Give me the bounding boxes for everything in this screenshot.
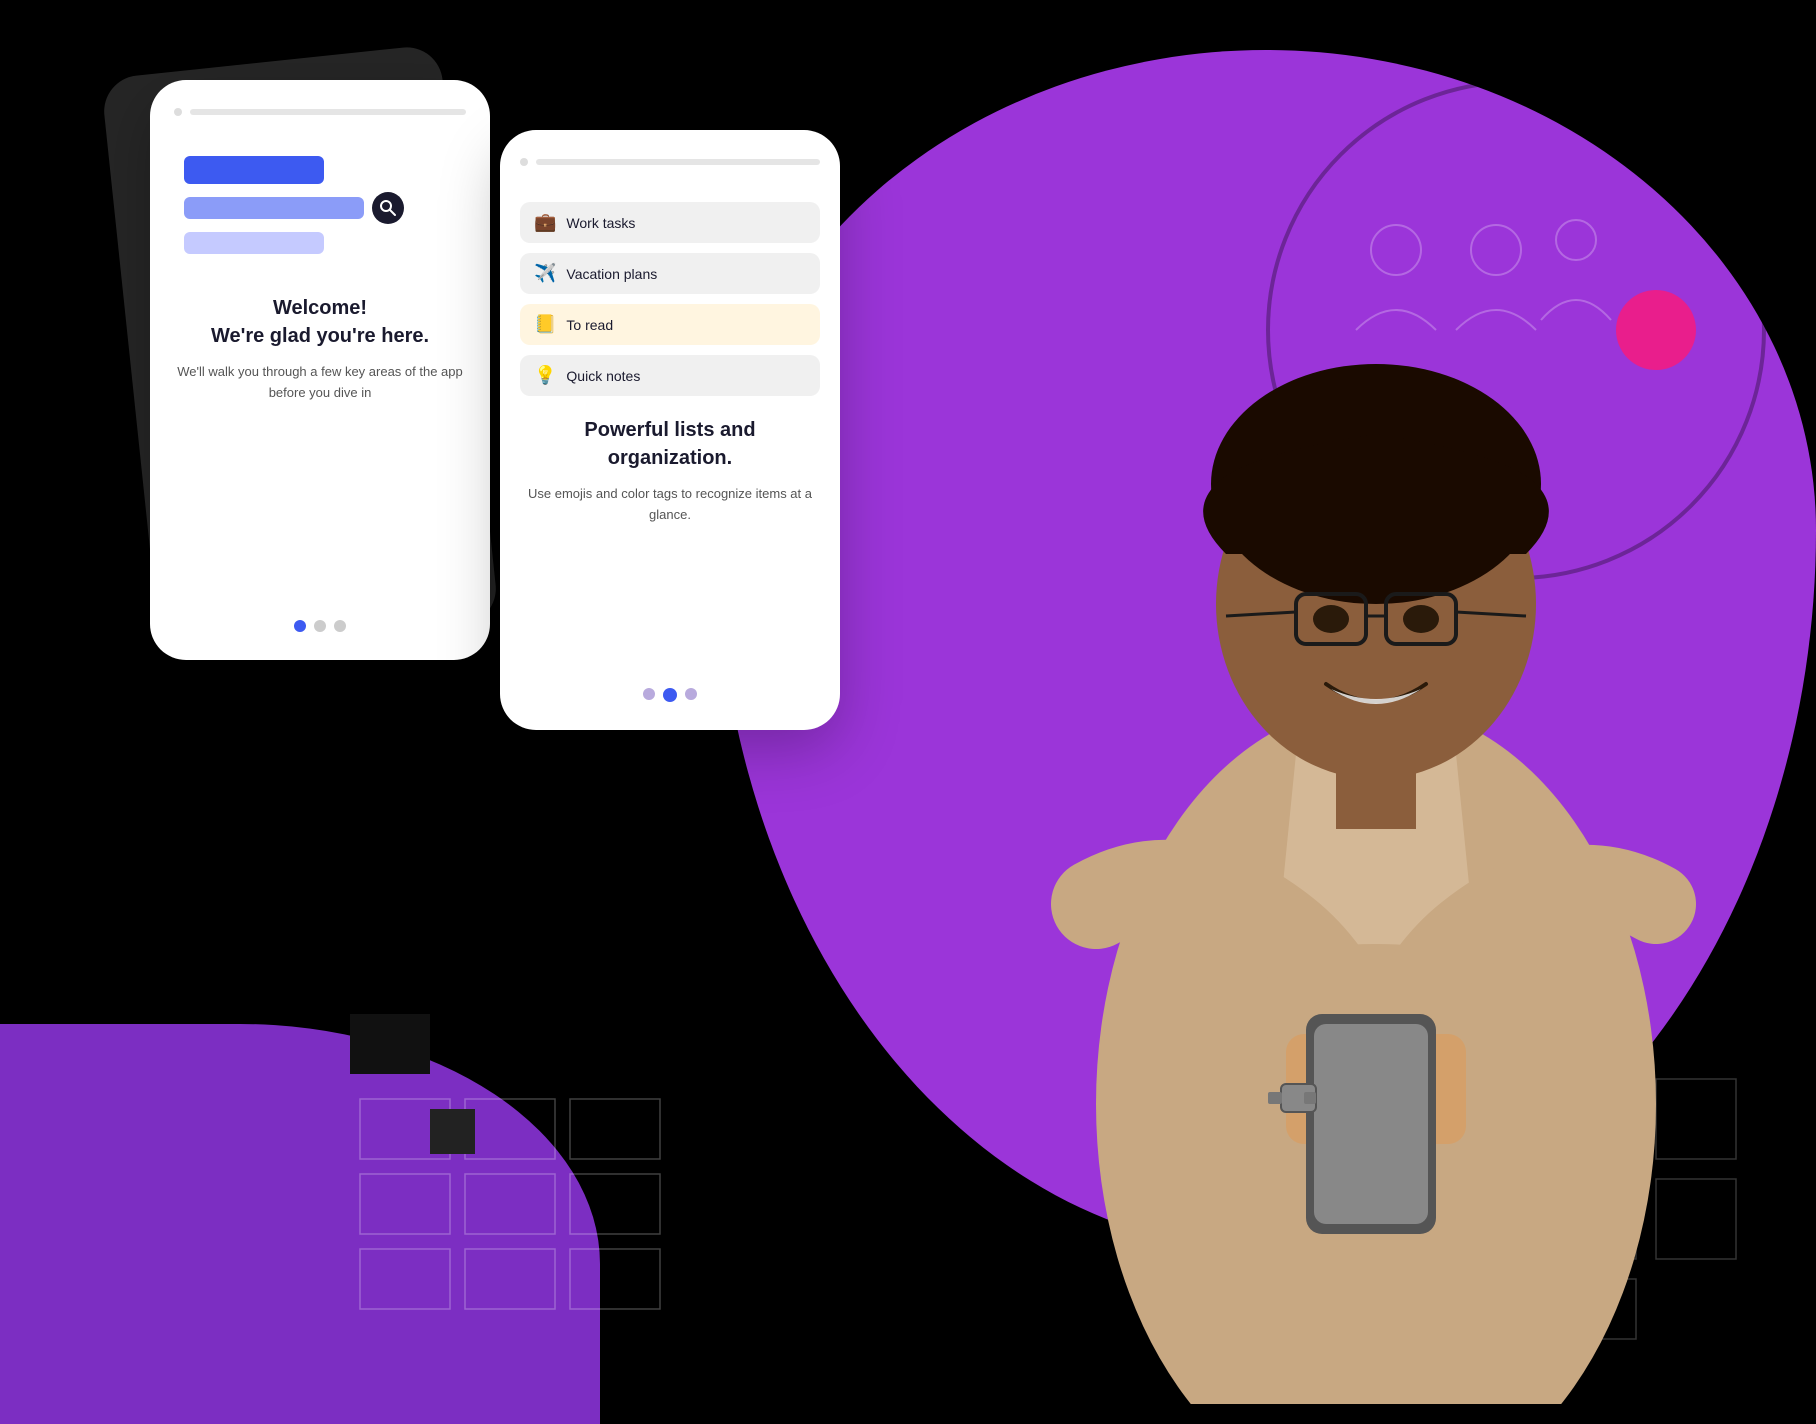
pagination-dot-2-2 bbox=[663, 688, 677, 702]
pagination-dot-2 bbox=[314, 620, 326, 632]
phone-1-status-bar bbox=[174, 108, 466, 116]
list-item-quick-notes: 💡 Quick notes bbox=[520, 355, 820, 396]
phone-1-pagination bbox=[294, 600, 346, 632]
black-rect-2 bbox=[430, 1109, 475, 1154]
list-item-notes-emoji: 💡 bbox=[534, 365, 556, 386]
phone-2-mockup: 💼 Work tasks ✈️ Vacation plans 📒 To read… bbox=[500, 130, 840, 730]
phone-1-welcome-text: Welcome! We're glad you're here. We'll w… bbox=[174, 294, 466, 404]
pagination-dot-3 bbox=[334, 620, 346, 632]
phone-2-dot bbox=[520, 158, 528, 166]
search-illustration bbox=[174, 156, 466, 254]
list-item-read-label: To read bbox=[566, 317, 613, 333]
search-bar-mid bbox=[184, 197, 364, 219]
search-icon bbox=[372, 192, 404, 224]
pagination-dot-1 bbox=[294, 620, 306, 632]
scene: Welcome! We're glad you're here. We'll w… bbox=[0, 0, 1816, 1424]
phone-2-pagination bbox=[643, 672, 697, 702]
phone-1-subtitle: We'll walk you through a few key areas o… bbox=[174, 362, 466, 404]
phone-2-subtitle: Use emojis and color tags to recognize i… bbox=[520, 484, 820, 526]
phone-1-title: Welcome! We're glad you're here. bbox=[174, 294, 466, 350]
list-item-work-label: Work tasks bbox=[566, 215, 635, 231]
list-item-read-emoji: 📒 bbox=[534, 314, 556, 335]
phone-2-text: Powerful lists and organization. Use emo… bbox=[520, 416, 820, 526]
phone-1-status-line bbox=[190, 109, 466, 115]
list-item-notes-label: Quick notes bbox=[566, 368, 640, 384]
list-item-vacation: ✈️ Vacation plans bbox=[520, 253, 820, 294]
list-item-work-tasks: 💼 Work tasks bbox=[520, 202, 820, 243]
list-item-to-read: 📒 To read bbox=[520, 304, 820, 345]
phone-1-mockup: Welcome! We're glad you're here. We'll w… bbox=[150, 80, 490, 660]
pagination-dot-2-3 bbox=[685, 688, 697, 700]
phone-2-status-line bbox=[536, 159, 820, 165]
pagination-dot-2-1 bbox=[643, 688, 655, 700]
phone-1-dot bbox=[174, 108, 182, 116]
list-item-vacation-label: Vacation plans bbox=[566, 266, 657, 282]
search-bar-light bbox=[184, 232, 324, 254]
search-bar-blue bbox=[184, 156, 324, 184]
list-items-container: 💼 Work tasks ✈️ Vacation plans 📒 To read… bbox=[520, 202, 820, 396]
grid-decoration-left bbox=[350, 1089, 700, 1344]
list-item-work-emoji: 💼 bbox=[534, 212, 556, 233]
black-rect-1 bbox=[350, 1014, 430, 1074]
phone-2-title: Powerful lists and organization. bbox=[520, 416, 820, 472]
person-photo bbox=[986, 354, 1766, 1404]
list-item-vacation-emoji: ✈️ bbox=[534, 263, 556, 284]
phone-2-status-bar bbox=[520, 158, 820, 166]
